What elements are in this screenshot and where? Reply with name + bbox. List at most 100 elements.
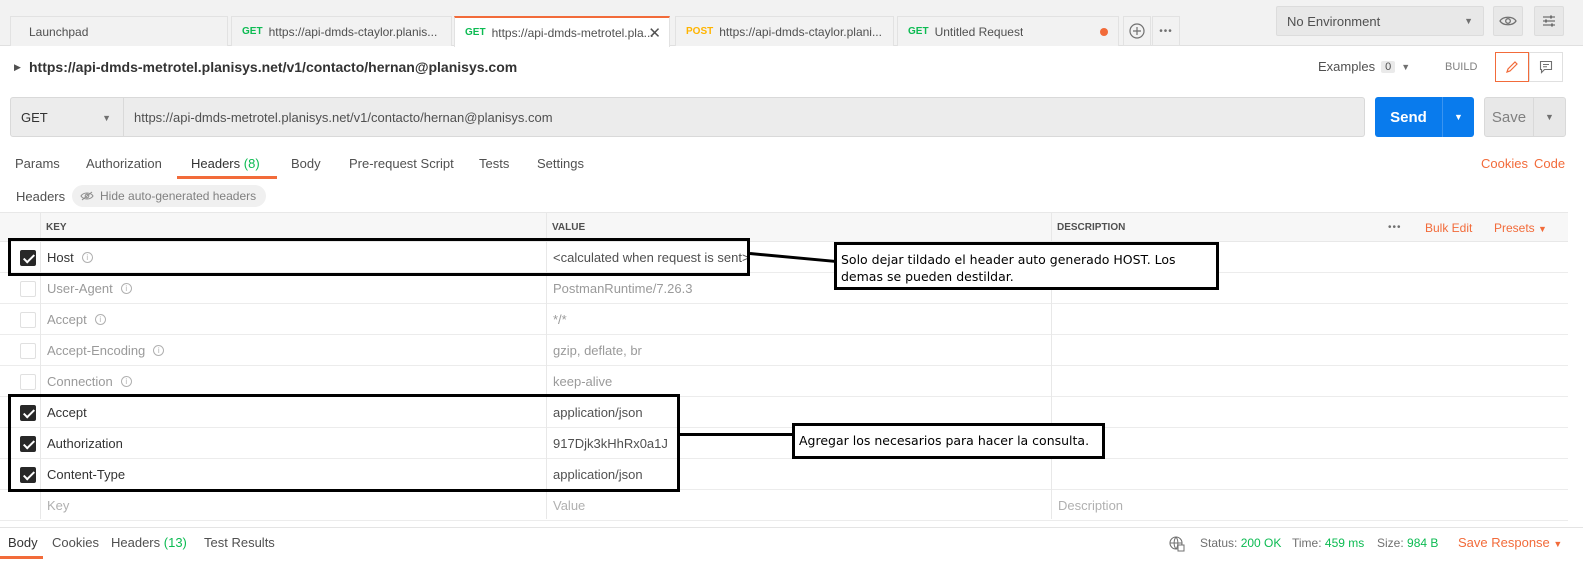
environment-quick-look-button[interactable]: [1493, 6, 1523, 36]
comments-button[interactable]: [1529, 52, 1563, 82]
info-icon[interactable]: i: [120, 376, 132, 387]
method-badge: POST: [686, 26, 714, 37]
environment-select[interactable]: No Environment ▼: [1276, 6, 1484, 36]
build-mode-button[interactable]: [1495, 52, 1529, 82]
tab-label: https://api-dmds-metrotel.pla...: [491, 25, 654, 40]
new-tab-button[interactable]: [1123, 16, 1151, 46]
status-readout: Status: 200 OK: [1200, 536, 1281, 550]
tab-request-4[interactable]: GET Untitled Request: [897, 16, 1119, 46]
time-value[interactable]: 459 ms: [1325, 536, 1364, 550]
response-headers-label: Headers: [111, 535, 161, 550]
caret-down-icon[interactable]: ▼: [1534, 112, 1565, 122]
cookies-link[interactable]: Cookies: [1481, 156, 1528, 171]
examples-label: Examples: [1318, 59, 1376, 74]
new-description-input[interactable]: Description: [1058, 498, 1123, 513]
tab-params[interactable]: Params: [15, 156, 60, 171]
tab-request-3[interactable]: POST https://api-dmds-ctaylor.plani...: [675, 16, 894, 46]
response-tab-body[interactable]: Body: [8, 535, 38, 550]
tab-body[interactable]: Body: [291, 156, 321, 171]
presets-label: Presets: [1494, 221, 1535, 235]
method-badge: GET: [465, 27, 486, 38]
save-response-label: Save Response: [1458, 535, 1550, 550]
build-label: BUILD: [1445, 61, 1478, 73]
info-icon[interactable]: i: [94, 314, 106, 325]
caret-down-icon: ▼: [102, 113, 111, 123]
row-key[interactable]: User-Agent i: [47, 281, 132, 296]
info-icon[interactable]: i: [120, 283, 132, 294]
row-value[interactable]: */*: [553, 312, 567, 327]
caret-down-icon[interactable]: ▼: [1443, 112, 1474, 122]
response-tab-test-results[interactable]: Test Results: [204, 535, 275, 550]
new-value-input[interactable]: Value: [553, 498, 585, 513]
key-text: Accept-Encoding: [47, 343, 146, 358]
manage-environments-button[interactable]: [1534, 6, 1564, 36]
row-checkbox[interactable]: [20, 374, 36, 390]
table-row: Accept-Encoding i gzip, deflate, br: [0, 335, 1568, 366]
headers-count: (8): [243, 156, 260, 171]
new-key-input[interactable]: Key: [47, 498, 69, 513]
save-button[interactable]: Save ▼: [1484, 97, 1566, 137]
row-key[interactable]: Accept i: [47, 312, 106, 327]
table-row: Accept i */*: [0, 304, 1568, 335]
tab-request-active[interactable]: GET https://api-dmds-metrotel.pla... ✕: [454, 16, 670, 47]
col-value: VALUE: [552, 222, 586, 233]
method-value: GET: [21, 109, 48, 125]
tab-label: Launchpad: [29, 24, 89, 39]
table-row-new: Key Value Description: [0, 490, 1568, 521]
row-value[interactable]: keep-alive: [553, 374, 612, 389]
close-icon[interactable]: ✕: [648, 24, 661, 42]
annotation-highlight-custom: [8, 394, 680, 492]
bulk-edit-button[interactable]: Bulk Edit: [1425, 221, 1472, 235]
info-icon[interactable]: i: [153, 345, 165, 356]
row-checkbox[interactable]: [20, 281, 36, 297]
key-text: User-Agent: [47, 281, 113, 296]
presets-dropdown[interactable]: Presets ▼: [1494, 221, 1547, 235]
row-key[interactable]: Connection i: [47, 374, 132, 389]
method-select[interactable]: GET ▼: [10, 97, 124, 137]
tab-label: https://api-dmds-ctaylor.planis...: [268, 24, 438, 39]
annotation-connector: [680, 433, 795, 436]
key-text: Connection: [47, 374, 113, 389]
method-badge: GET: [908, 26, 929, 37]
tab-request-1[interactable]: GET https://api-dmds-ctaylor.planis...: [231, 16, 452, 46]
eye-icon: [1499, 16, 1517, 26]
code-link[interactable]: Code: [1534, 156, 1565, 171]
response-headers-count: (13): [163, 535, 187, 550]
hide-auto-headers-toggle[interactable]: Hide auto-generated headers: [72, 185, 267, 207]
response-bar: Body Cookies Headers (13) Test Results S…: [0, 527, 1583, 569]
status-value[interactable]: 200 OK: [1241, 536, 1282, 550]
tab-bar: Launchpad GET https://api-dmds-ctaylor.p…: [0, 0, 1583, 47]
col-description: DESCRIPTION: [1057, 222, 1126, 233]
table-row: Connection i keep-alive: [0, 366, 1568, 397]
tab-headers[interactable]: Headers (8): [191, 156, 260, 171]
request-name[interactable]: https://api-dmds-metrotel.planisys.net/v…: [29, 59, 517, 75]
response-tab-headers[interactable]: Headers (13): [111, 535, 187, 550]
examples-dropdown[interactable]: Examples 0 ▼: [1318, 59, 1410, 74]
plus-circle-icon: [1129, 23, 1145, 39]
row-value[interactable]: PostmanRuntime/7.26.3: [553, 281, 692, 296]
tab-authorization[interactable]: Authorization: [86, 156, 162, 171]
tab-options-button[interactable]: •••: [1152, 16, 1180, 46]
row-checkbox[interactable]: [20, 312, 36, 328]
save-response-button[interactable]: Save Response ▼: [1458, 535, 1562, 550]
more-options-icon[interactable]: •••: [1388, 222, 1402, 233]
url-input[interactable]: https://api-dmds-metrotel.planisys.net/v…: [124, 97, 1365, 137]
globe-icon[interactable]: [1169, 536, 1185, 552]
key-text: Accept: [47, 312, 87, 327]
sliders-icon: [1543, 15, 1555, 27]
tab-tests[interactable]: Tests: [479, 156, 509, 171]
eye-slash-icon: [80, 191, 94, 201]
annotation-note-custom: Agregar los necesarios para hacer la con…: [792, 423, 1105, 459]
row-checkbox[interactable]: [20, 343, 36, 359]
size-value[interactable]: 984 B: [1407, 536, 1438, 550]
tab-launchpad[interactable]: Launchpad: [10, 16, 228, 46]
comment-icon: [1539, 60, 1553, 74]
tab-settings[interactable]: Settings: [537, 156, 584, 171]
row-key[interactable]: Accept-Encoding i: [47, 343, 165, 358]
send-button[interactable]: Send ▼: [1375, 97, 1474, 137]
response-tab-cookies[interactable]: Cookies: [52, 535, 99, 550]
row-value[interactable]: gzip, deflate, br: [553, 343, 642, 358]
examples-count: 0: [1381, 60, 1396, 73]
caret-right-icon[interactable]: ▶: [14, 62, 21, 73]
tab-prerequest-script[interactable]: Pre-request Script: [349, 156, 454, 171]
